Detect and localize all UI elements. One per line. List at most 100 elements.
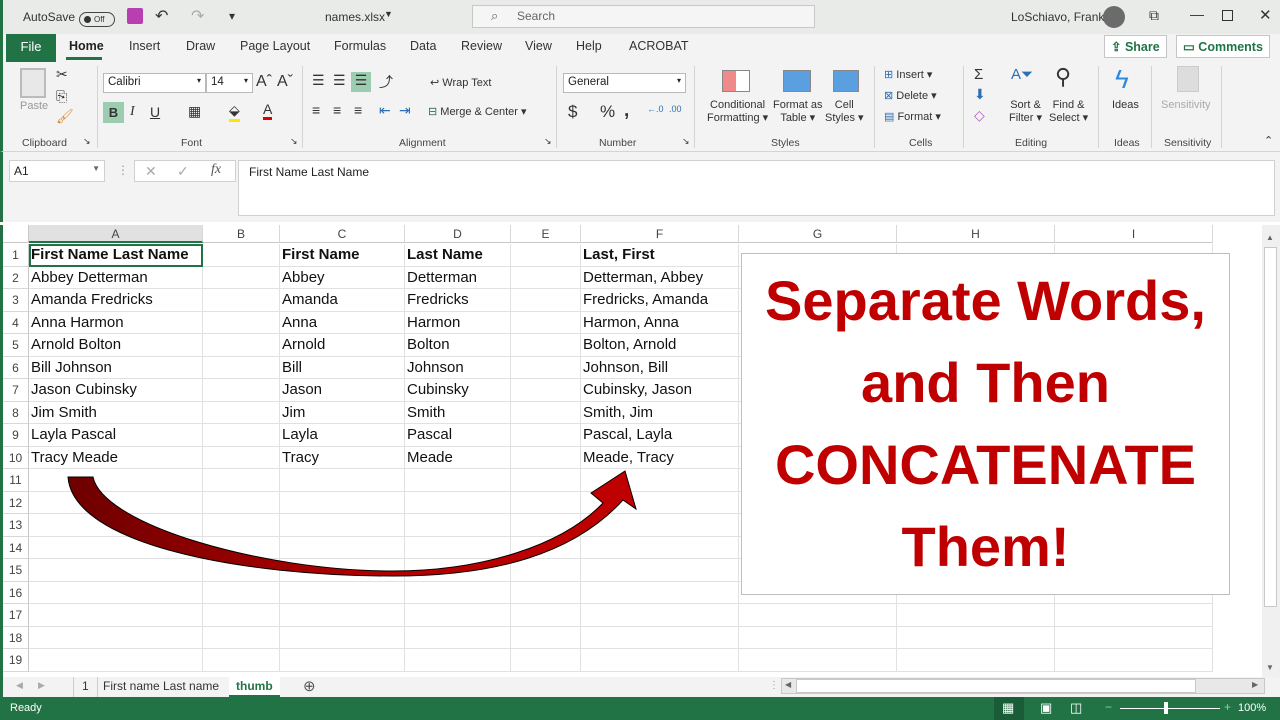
format-cells-button[interactable]: ▤ Format ▾ bbox=[884, 110, 941, 123]
conditional-formatting-button[interactable]: Conditional Formatting ▾ bbox=[707, 99, 768, 124]
clear-icon[interactable]: ◇ bbox=[974, 107, 985, 124]
spreadsheet-grid[interactable]: ABCDEFGHI 1 First Name Last Name First Nam… bbox=[0, 225, 1262, 677]
percent-icon[interactable]: % bbox=[600, 102, 615, 122]
zoom-slider-track[interactable] bbox=[1120, 708, 1220, 709]
search-box[interactable]: ⌕ Search bbox=[472, 5, 815, 28]
number-launcher-icon[interactable]: ↘ bbox=[682, 136, 690, 147]
customize-qat-icon[interactable]: ▾ bbox=[229, 9, 235, 23]
tab-review[interactable]: Review bbox=[461, 39, 502, 53]
cancel-icon[interactable]: ✕ bbox=[145, 163, 157, 180]
sort-filter-button[interactable]: Sort & Filter ▾ bbox=[1009, 99, 1042, 124]
underline-button[interactable]: U bbox=[150, 104, 160, 120]
scroll-down-icon[interactable]: ▼ bbox=[1266, 663, 1274, 672]
zoom-in-icon[interactable]: + bbox=[1224, 700, 1231, 714]
redo-icon[interactable]: ↷ bbox=[191, 6, 204, 26]
maximize-icon[interactable] bbox=[1222, 10, 1233, 21]
decrease-decimal-icon[interactable]: .00 bbox=[669, 104, 682, 114]
sort-filter-icon[interactable]: A⏷ bbox=[1011, 66, 1033, 83]
number-format-combo[interactable]: General ▾ bbox=[563, 73, 686, 93]
find-select-button[interactable]: Find & Select ▾ bbox=[1049, 99, 1088, 124]
page-break-view-icon[interactable]: ◫ bbox=[1070, 700, 1082, 716]
fill-icon[interactable]: ⬇ bbox=[974, 86, 986, 103]
align-right-icon[interactable]: ≡ bbox=[354, 102, 362, 118]
tab-insert[interactable]: Insert bbox=[129, 39, 160, 53]
format-as-table-button[interactable]: Format as Table ▾ bbox=[773, 99, 823, 124]
name-box[interactable]: A1 ▼ bbox=[9, 160, 105, 182]
cell-G18[interactable] bbox=[739, 626, 897, 649]
comma-style-icon[interactable]: , bbox=[624, 100, 629, 122]
zoom-out-icon[interactable]: − bbox=[1105, 700, 1112, 714]
tab-split-handle[interactable]: ⋮ bbox=[769, 680, 779, 691]
sheet-tab-thumb[interactable]: thumb bbox=[229, 677, 280, 697]
decrease-indent-icon[interactable]: ⇤ bbox=[379, 102, 391, 119]
scroll-left-icon[interactable]: ◀ bbox=[785, 680, 791, 689]
borders-icon[interactable]: ▦ bbox=[188, 103, 201, 120]
bottom-align-icon[interactable]: ☰ bbox=[351, 72, 371, 92]
align-left-icon[interactable]: ≡ bbox=[312, 102, 320, 118]
bold-button[interactable]: B bbox=[103, 102, 124, 123]
tab-file[interactable]: File bbox=[6, 34, 56, 62]
font-launcher-icon[interactable]: ↘ bbox=[290, 136, 298, 147]
share-button[interactable]: ⇪ Share bbox=[1104, 35, 1167, 58]
avatar[interactable] bbox=[1103, 6, 1125, 28]
find-icon[interactable]: ⚲ bbox=[1055, 64, 1071, 90]
save-icon[interactable] bbox=[127, 8, 143, 24]
tab-formulas[interactable]: Formulas bbox=[334, 39, 386, 53]
cell-H19[interactable] bbox=[897, 649, 1055, 672]
delete-cells-button[interactable]: ⊠ Delete ▾ bbox=[884, 89, 937, 102]
currency-icon[interactable]: $ bbox=[568, 102, 577, 122]
clipboard-launcher-icon[interactable]: ↘ bbox=[83, 136, 91, 147]
increase-font-icon[interactable]: Aˆ bbox=[256, 73, 272, 91]
alignment-launcher-icon[interactable]: ↘ bbox=[544, 136, 552, 147]
cell-G17[interactable] bbox=[739, 604, 897, 627]
cell-G19[interactable] bbox=[739, 649, 897, 672]
font-size-combo[interactable]: 14 ▾ bbox=[206, 73, 253, 93]
format-as-table-icon[interactable] bbox=[783, 70, 811, 92]
tab-draw[interactable]: Draw bbox=[186, 39, 215, 53]
normal-view-button[interactable]: ▦ bbox=[994, 697, 1024, 720]
add-sheet-icon[interactable]: ⊕ bbox=[303, 677, 316, 695]
conditional-formatting-icon[interactable] bbox=[722, 70, 750, 92]
tab-view[interactable]: View bbox=[525, 39, 552, 53]
vertical-scrollbar[interactable]: ▲ ▼ bbox=[1262, 225, 1280, 677]
prev-sheet-icon[interactable]: ◀ bbox=[16, 680, 23, 691]
italic-button[interactable]: I bbox=[130, 104, 135, 120]
format-painter-icon[interactable]: 🖌 bbox=[56, 108, 74, 125]
wrap-text-button[interactable]: ↩ Wrap Text bbox=[430, 76, 491, 89]
tab-data[interactable]: Data bbox=[410, 39, 436, 53]
insert-cells-button[interactable]: ⊞ Insert ▾ bbox=[884, 68, 932, 81]
next-sheet-icon[interactable]: ▶ bbox=[38, 680, 45, 691]
merge-center-button[interactable]: ⊟ Merge & Center ▾ bbox=[428, 105, 527, 118]
zoom-level[interactable]: 100% bbox=[1238, 702, 1266, 714]
scroll-up-icon[interactable]: ▲ bbox=[1266, 233, 1274, 242]
sheet-tab-first-name-last-name[interactable]: First name Last name bbox=[94, 677, 228, 697]
ideas-button[interactable]: Ideas bbox=[1112, 99, 1139, 111]
tab-home[interactable]: Home bbox=[69, 39, 104, 53]
enter-icon[interactable]: ✓ bbox=[177, 163, 189, 180]
cell-I19[interactable] bbox=[1055, 649, 1213, 672]
increase-indent-icon[interactable]: ⇥ bbox=[399, 102, 411, 119]
formula-input[interactable]: First Name Last Name bbox=[238, 160, 1275, 216]
undo-icon[interactable]: ↶ bbox=[155, 6, 168, 26]
cell-styles-icon[interactable] bbox=[833, 70, 859, 92]
user-name[interactable]: LoSchiavo, Frank bbox=[1011, 10, 1104, 24]
ribbon-display-options-icon[interactable]: ⧉ bbox=[1149, 7, 1159, 24]
cell-H18[interactable] bbox=[897, 626, 1055, 649]
file-name[interactable]: names.xlsx bbox=[325, 10, 385, 24]
curved-arrow-shape[interactable] bbox=[3, 225, 743, 677]
tab-page-layout[interactable]: Page Layout bbox=[240, 39, 310, 53]
scroll-right-icon[interactable]: ▶ bbox=[1252, 680, 1258, 689]
cut-icon[interactable]: ✂ bbox=[56, 66, 68, 83]
cell-I18[interactable] bbox=[1055, 626, 1213, 649]
vertical-scroll-thumb[interactable] bbox=[1264, 247, 1277, 607]
column-header-H[interactable]: H bbox=[897, 225, 1055, 243]
cell-I17[interactable] bbox=[1055, 604, 1213, 627]
orientation-icon[interactable]: ⤴ bbox=[379, 72, 393, 92]
horizontal-scrollbar[interactable]: ◀ ▶ bbox=[781, 678, 1265, 694]
decrease-font-icon[interactable]: Aˇ bbox=[277, 73, 293, 91]
font-color-icon[interactable]: A bbox=[263, 101, 273, 120]
headline-textbox[interactable]: Separate Words, and Then CONCATENATE The… bbox=[741, 253, 1230, 595]
autosum-icon[interactable]: Σ bbox=[974, 66, 983, 83]
align-center-icon[interactable]: ≡ bbox=[333, 102, 341, 118]
column-header-I[interactable]: I bbox=[1055, 225, 1213, 243]
